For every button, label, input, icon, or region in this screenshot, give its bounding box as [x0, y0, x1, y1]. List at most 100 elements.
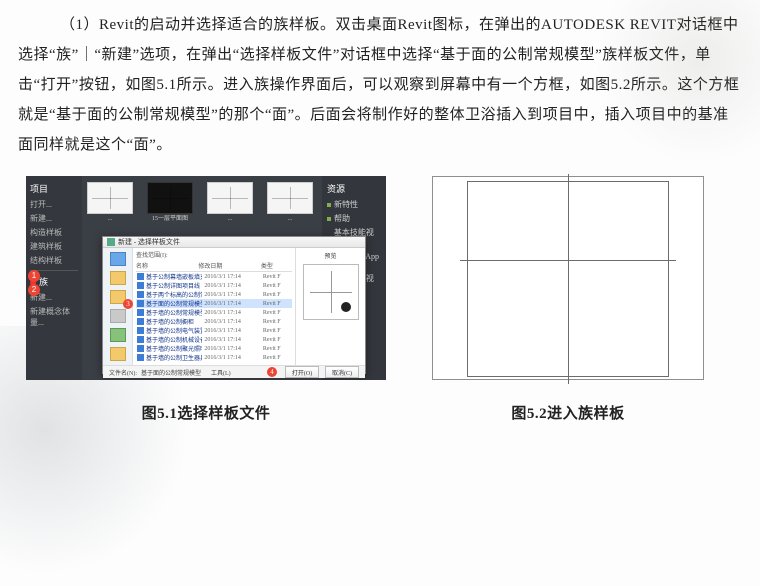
right-header: 资源: [327, 182, 381, 195]
right-item: 帮助: [334, 213, 350, 224]
place-icon[interactable]: [110, 328, 126, 342]
file-icon: [137, 273, 144, 280]
face-square: [467, 181, 669, 377]
file-name: 基于墙的公制电气装置: [146, 326, 202, 335]
filename-value: 基于面的公制常规模型: [141, 368, 201, 377]
file-icon: [137, 318, 144, 325]
file-icon: [137, 282, 144, 289]
left-item: 新建...: [30, 213, 78, 224]
file-name: 基于墙的公制常规模型: [146, 308, 202, 317]
filename-label: 文件名(N):: [109, 368, 137, 377]
file-list-header: 名称 修改日期 类型: [136, 260, 292, 272]
file-type: Revit F: [263, 283, 291, 289]
file-icon: [137, 327, 144, 334]
left-item: 建筑样板: [30, 241, 78, 252]
place-icon[interactable]: [110, 252, 126, 266]
file-type: Revit F: [263, 274, 291, 280]
file-name: 基于墙的公制橱柜: [146, 317, 202, 326]
file-type: Revit F: [263, 328, 291, 334]
select-template-dialog: 新建 - 选择样板文件 查找范围(I: [102, 236, 366, 374]
file-type: Revit F: [263, 319, 291, 325]
file-date: 2016/3/1 17:14: [204, 292, 260, 298]
file-date: 2016/3/1 17:14: [204, 346, 260, 352]
file-type: Revit F: [263, 292, 291, 298]
file-date: 2016/3/1 17:14: [204, 274, 260, 280]
recent-thumbnails: ... 15一层平面图 ... ...: [86, 182, 316, 232]
file-icon: [137, 354, 144, 361]
file-date: 2016/3/1 17:14: [204, 355, 260, 361]
dialog-icon: [107, 238, 115, 246]
right-item: 新特性: [334, 199, 358, 210]
dialog-titlebar: 新建 - 选择样板文件: [103, 237, 365, 248]
file-row[interactable]: 基于墙的公制常规模型2016/3/1 17:14Revit F: [136, 308, 292, 317]
file-row[interactable]: 基于两个标高的公制常规模型2016/3/1 17:14Revit F: [136, 290, 292, 299]
thumbnail: ...: [206, 182, 254, 223]
lookin-label: 查找范围(I):: [136, 250, 292, 259]
file-type: Revit F: [263, 310, 291, 316]
file-icon: [137, 336, 144, 343]
thumbnail: ...: [266, 182, 314, 223]
file-name: 基于墙的公制机械设备: [146, 335, 202, 344]
file-row[interactable]: 基于墙的公制机械设备2016/3/1 17:14Revit F: [136, 335, 292, 344]
callout-marker-4: 4: [267, 367, 277, 377]
figure-5-1-wrap: 项目 打开... 新建... 构造样板 建筑样板 结构样板 族 新建... 新建…: [26, 176, 386, 423]
file-row[interactable]: 基于公制详图项目线2016/3/1 17:14Revit F: [136, 281, 292, 290]
file-row[interactable]: 基于墙的公制卫生器具2016/3/1 17:14Revit F: [136, 353, 292, 362]
file-date: 2016/3/1 17:14: [204, 301, 260, 307]
place-icon[interactable]: [110, 347, 126, 361]
document-page: （1）Revit的启动并选择适合的族样板。双击桌面Revit图标，在弹出的AUT…: [0, 0, 760, 423]
left-item: 构造样板: [30, 227, 78, 238]
preview-label: 预览: [324, 251, 336, 260]
place-icon[interactable]: [110, 309, 126, 323]
left-item: 新建概念体量...: [30, 306, 78, 328]
left-header-projects: 项目: [30, 182, 78, 195]
left-item: 结构样板: [30, 255, 78, 266]
paragraph-1: （1）Revit的启动并选择适合的族样板。双击桌面Revit图标，在弹出的AUT…: [18, 10, 742, 160]
file-name: 基于公制详图项目线: [146, 281, 202, 290]
ref-plane-vertical: [568, 174, 569, 384]
cancel-button[interactable]: 取消(C): [325, 366, 359, 378]
tools-label: 工具(L): [211, 368, 231, 377]
file-row[interactable]: 基于墙的公制聚光照明设备2016/3/1 17:14Revit F: [136, 344, 292, 353]
dialog-title: 新建 - 选择样板文件: [118, 237, 180, 247]
file-row[interactable]: 3基于面的公制常规模型2016/3/1 17:14Revit F: [136, 299, 292, 308]
file-list: 查找范围(I): 名称 修改日期 类型 基于公制幕墙嵌板填充图案2016/3/1…: [133, 248, 295, 365]
figure-5-1: 项目 打开... 新建... 构造样板 建筑样板 结构样板 族 新建... 新建…: [26, 176, 386, 380]
file-date: 2016/3/1 17:14: [204, 337, 260, 343]
dialog-preview-pane: 预览: [295, 248, 365, 365]
file-name: 基于面的公制常规模型: [146, 299, 202, 308]
file-type: Revit F: [263, 301, 291, 307]
callout-marker-2: 2: [28, 284, 40, 296]
figure-5-2: [432, 176, 704, 380]
file-date: 2016/3/1 17:14: [204, 283, 260, 289]
thumbnail: 15一层平面图: [146, 182, 194, 223]
file-type: Revit F: [263, 337, 291, 343]
ref-plane-horizontal: [460, 260, 676, 261]
file-name: 基于公制幕墙嵌板填充图案: [146, 272, 202, 281]
thumbnail: ...: [86, 182, 134, 223]
file-row[interactable]: 基于墙的公制橱柜2016/3/1 17:14Revit F: [136, 317, 292, 326]
open-button[interactable]: 打开(O): [285, 366, 319, 378]
file-icon: [137, 300, 144, 307]
dialog-footer: 文件名(N): 基于面的公制常规模型 工具(L) 4 打开(O) 取消(C): [103, 365, 365, 378]
place-icon[interactable]: [110, 271, 126, 285]
figure-5-2-wrap: 图5.2进入族样板: [432, 176, 704, 423]
callout-marker-1: 1: [28, 270, 40, 282]
file-date: 2016/3/1 17:14: [204, 310, 260, 316]
file-row[interactable]: 基于公制幕墙嵌板填充图案2016/3/1 17:14Revit F: [136, 272, 292, 281]
file-icon: [137, 309, 144, 316]
figure-5-2-caption: 图5.2进入族样板: [511, 402, 624, 423]
figure-5-1-caption: 图5.1选择样板文件: [142, 402, 271, 423]
file-name: 基于两个标高的公制常规模型: [146, 290, 202, 299]
figures-row: 项目 打开... 新建... 构造样板 建筑样板 结构样板 族 新建... 新建…: [18, 176, 742, 423]
file-date: 2016/3/1 17:14: [204, 328, 260, 334]
file-name: 基于墙的公制聚光照明设备: [146, 344, 202, 353]
preview-thumbnail: [303, 264, 359, 320]
file-type: Revit F: [263, 346, 291, 352]
file-name: 基于墙的公制卫生器具: [146, 353, 202, 362]
file-icon: [137, 291, 144, 298]
file-type: Revit F: [263, 355, 291, 361]
left-item: 打开...: [30, 199, 78, 210]
file-row[interactable]: 基于墙的公制电气装置2016/3/1 17:14Revit F: [136, 326, 292, 335]
file-date: 2016/3/1 17:14: [204, 319, 260, 325]
